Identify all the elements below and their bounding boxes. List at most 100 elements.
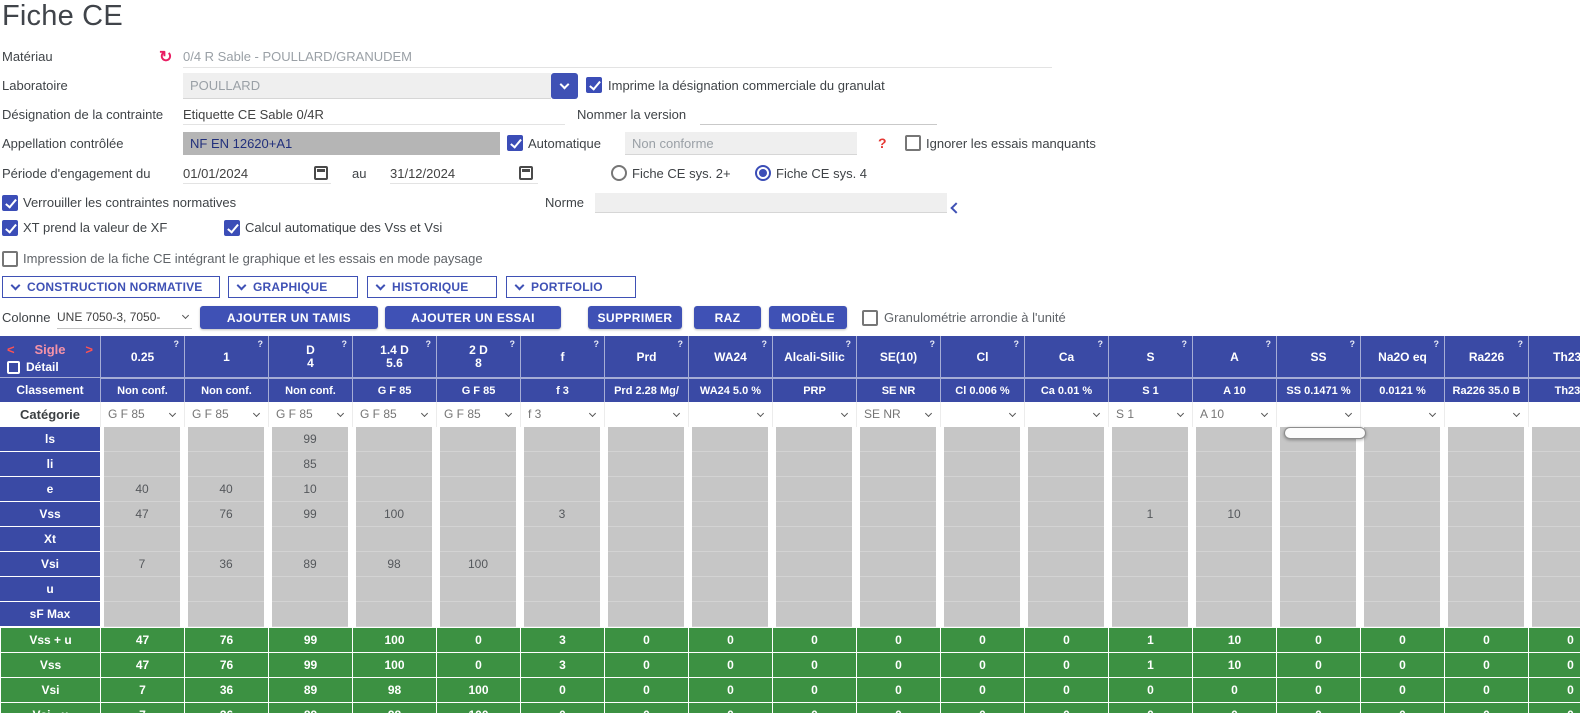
version-input[interactable]: [700, 104, 937, 125]
date-from-input[interactable]: 01/01/2024: [183, 162, 331, 184]
categorie-select[interactable]: S 1: [1108, 402, 1192, 427]
column-header-13[interactable]: S?: [1108, 336, 1192, 378]
data-cell[interactable]: [688, 427, 772, 452]
column-header-3[interactable]: D 4?: [268, 336, 352, 378]
categorie-select[interactable]: [1444, 402, 1528, 427]
data-cell[interactable]: [856, 477, 940, 502]
data-cell[interactable]: [100, 602, 184, 627]
column-header-16[interactable]: Na2O eq?: [1360, 336, 1444, 378]
data-cell[interactable]: 10: [268, 477, 352, 502]
data-cell[interactable]: [1360, 502, 1444, 527]
column-help-icon[interactable]: ?: [342, 339, 348, 349]
data-cell[interactable]: [352, 427, 436, 452]
column-header-18[interactable]: Th232?: [1528, 336, 1580, 378]
data-cell[interactable]: [520, 427, 604, 452]
conformite-help-icon[interactable]: ?: [878, 132, 887, 155]
data-cell[interactable]: [1024, 552, 1108, 577]
data-cell[interactable]: [688, 602, 772, 627]
column-help-icon[interactable]: ?: [1182, 339, 1188, 349]
data-cell[interactable]: [772, 552, 856, 577]
data-cell[interactable]: [1444, 527, 1528, 552]
data-cell[interactable]: [1276, 477, 1360, 502]
data-cell[interactable]: [352, 602, 436, 627]
column-header-8[interactable]: WA24?: [688, 336, 772, 378]
categorie-select[interactable]: [604, 402, 688, 427]
data-cell[interactable]: [1360, 602, 1444, 627]
column-help-icon[interactable]: ?: [846, 339, 852, 349]
data-cell[interactable]: 3: [520, 502, 604, 527]
data-cell[interactable]: [1276, 602, 1360, 627]
categorie-select[interactable]: [1528, 402, 1580, 427]
data-cell[interactable]: [1528, 602, 1580, 627]
fiche-sys2-radio[interactable]: [611, 165, 627, 181]
data-cell[interactable]: [1024, 602, 1108, 627]
column-help-icon[interactable]: ?: [1266, 339, 1272, 349]
data-cell[interactable]: [268, 577, 352, 602]
data-cell[interactable]: [1192, 427, 1276, 452]
data-cell[interactable]: [1276, 527, 1360, 552]
data-cell[interactable]: [1360, 552, 1444, 577]
data-cell[interactable]: [184, 452, 268, 477]
data-cell[interactable]: [1444, 552, 1528, 577]
data-cell[interactable]: [772, 577, 856, 602]
data-cell[interactable]: [1528, 477, 1580, 502]
data-cell[interactable]: [688, 502, 772, 527]
data-cell[interactable]: [184, 577, 268, 602]
lock-checkbox[interactable]: [2, 195, 18, 211]
data-cell[interactable]: 1: [1108, 502, 1192, 527]
data-cell[interactable]: [1360, 427, 1444, 452]
data-cell[interactable]: [772, 427, 856, 452]
data-cell[interactable]: [1444, 502, 1528, 527]
column-header-14[interactable]: A?: [1192, 336, 1276, 378]
column-header-7[interactable]: Prd?: [604, 336, 688, 378]
data-cell[interactable]: [1192, 477, 1276, 502]
categorie-select[interactable]: [688, 402, 772, 427]
data-cell[interactable]: [772, 502, 856, 527]
data-cell[interactable]: [1276, 577, 1360, 602]
data-cell[interactable]: [1108, 602, 1192, 627]
section-button-graphique[interactable]: GRAPHIQUE: [228, 276, 358, 298]
column-help-icon[interactable]: ?: [1014, 339, 1020, 349]
categorie-select[interactable]: G F 85: [100, 402, 184, 427]
data-cell[interactable]: [436, 452, 520, 477]
data-cell[interactable]: [100, 452, 184, 477]
column-help-icon[interactable]: ?: [258, 339, 264, 349]
print-designation-checkbox[interactable]: [586, 77, 602, 93]
data-cell[interactable]: [688, 452, 772, 477]
data-cell[interactable]: [772, 602, 856, 627]
data-cell[interactable]: [1024, 477, 1108, 502]
data-cell[interactable]: [184, 427, 268, 452]
data-cell[interactable]: [1528, 552, 1580, 577]
data-cell[interactable]: 40: [184, 477, 268, 502]
data-cell[interactable]: 100: [436, 552, 520, 577]
data-cell[interactable]: [436, 502, 520, 527]
data-cell[interactable]: [268, 602, 352, 627]
categorie-select[interactable]: SE NR: [856, 402, 940, 427]
data-cell[interactable]: [1192, 577, 1276, 602]
data-cell[interactable]: [856, 552, 940, 577]
data-cell[interactable]: [1444, 477, 1528, 502]
categorie-select[interactable]: [1276, 402, 1360, 427]
data-cell[interactable]: [1024, 502, 1108, 527]
data-cell[interactable]: [436, 602, 520, 627]
data-cell[interactable]: 99: [268, 427, 352, 452]
column-header-12[interactable]: Ca?: [1024, 336, 1108, 378]
data-cell[interactable]: [604, 527, 688, 552]
section-button-historique[interactable]: HISTORIQUE: [367, 276, 497, 298]
collapse-left-icon[interactable]: [952, 198, 960, 218]
data-cell[interactable]: [604, 502, 688, 527]
data-cell[interactable]: [436, 427, 520, 452]
data-cell[interactable]: [856, 427, 940, 452]
data-cell[interactable]: [1528, 502, 1580, 527]
ajouter-un-tamis-button[interactable]: AJOUTER UN TAMIS: [200, 306, 378, 329]
data-cell[interactable]: [688, 527, 772, 552]
data-cell[interactable]: [184, 527, 268, 552]
data-cell[interactable]: [1108, 477, 1192, 502]
data-cell[interactable]: [1108, 577, 1192, 602]
calendar-to-icon[interactable]: [519, 166, 533, 180]
data-cell[interactable]: [772, 527, 856, 552]
designation-input[interactable]: Etiquette CE Sable 0/4R: [183, 104, 565, 125]
data-cell[interactable]: [352, 452, 436, 477]
data-cell[interactable]: [940, 602, 1024, 627]
column-help-icon[interactable]: ?: [678, 339, 684, 349]
